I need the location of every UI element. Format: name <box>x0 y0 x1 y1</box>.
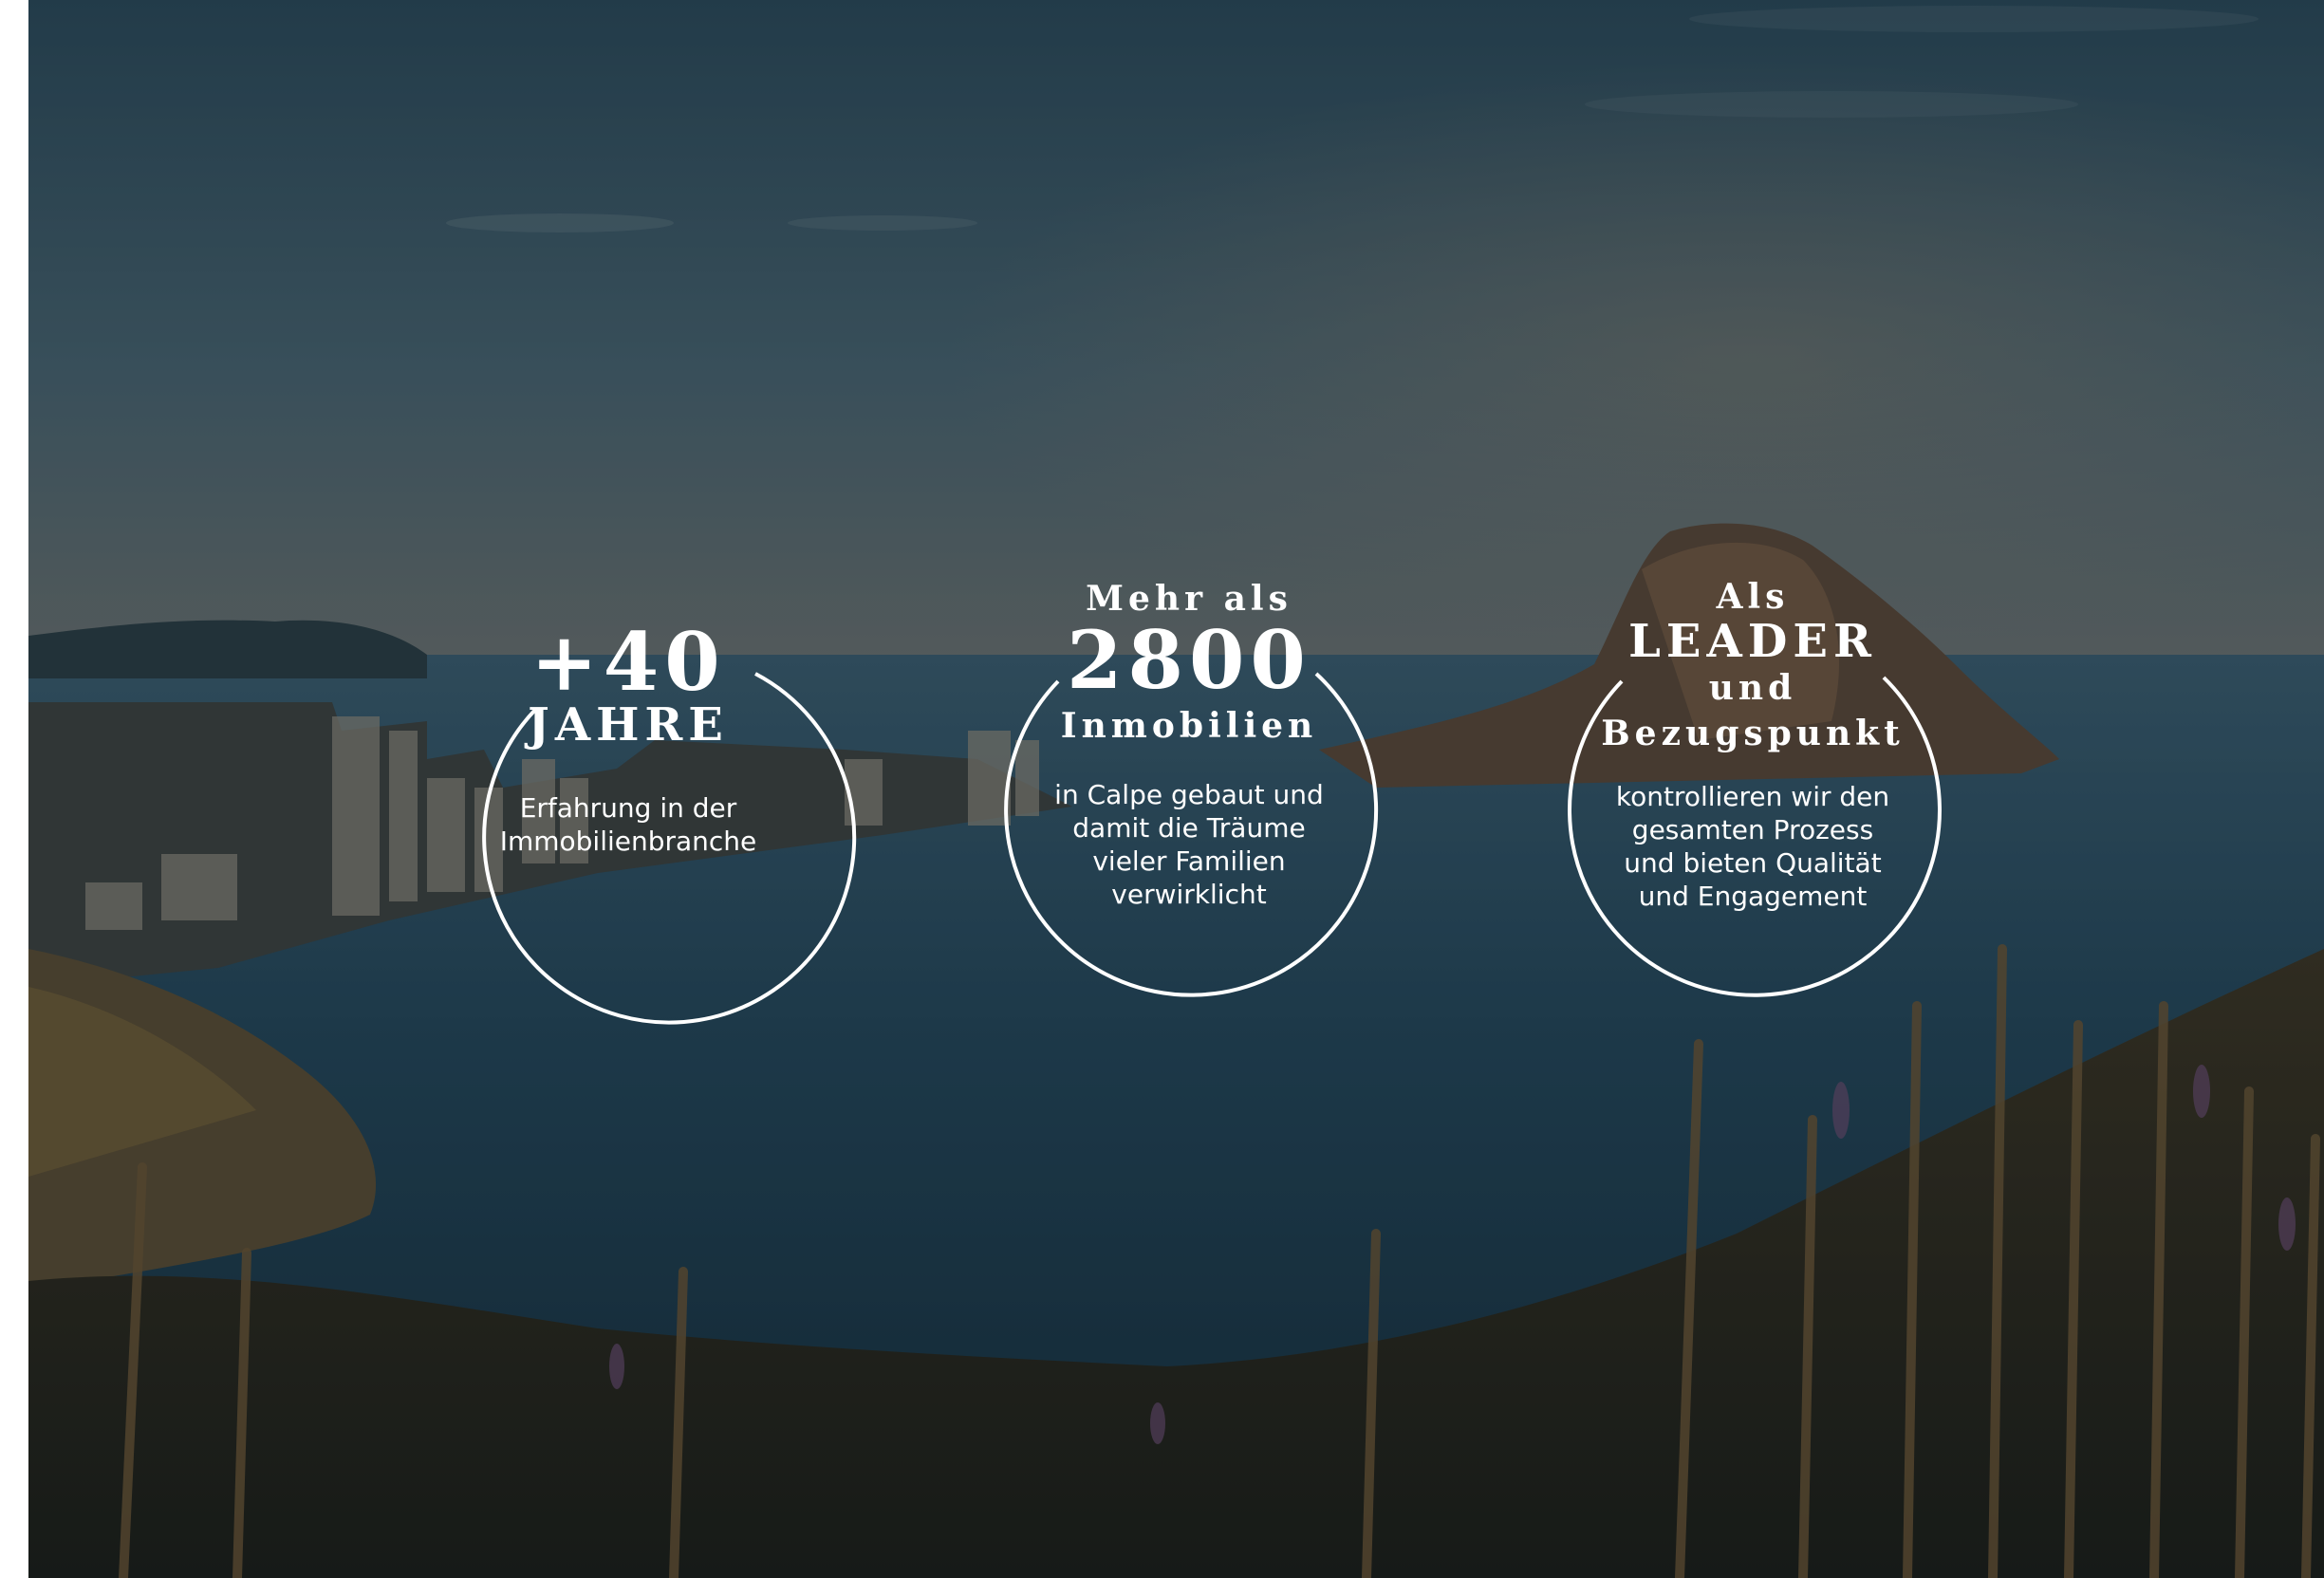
stat-years-number: +40 <box>530 615 726 709</box>
stat-leader-prefix: Als <box>1716 577 1790 617</box>
stat-properties-desc-4: verwirklicht <box>1111 879 1267 910</box>
stat-leader-and: und <box>1708 668 1797 708</box>
stat-leader-desc-3: und bieten Qualität <box>1624 847 1882 879</box>
stat-years-label: JAHRE <box>528 698 729 752</box>
stat-leader-desc-1: kontrollieren wir den <box>1615 781 1890 812</box>
stat-leader: Als LEADER und Bezugspunkt kontrollieren… <box>1563 577 1943 1004</box>
stat-leader-desc-2: gesamten Prozess <box>1631 814 1874 845</box>
stat-properties-label: Inmobilien <box>1060 706 1318 746</box>
stat-years-desc-2: Immobilienbranche <box>499 826 757 857</box>
stat-properties-number: 2800 <box>1067 613 1311 707</box>
stat-properties-desc-1: in Calpe gebaut und <box>1054 779 1324 810</box>
stat-years: +40 JAHRE Erfahrung in der Immobilienbra… <box>438 603 857 1030</box>
stat-properties: Mehr als 2800 Inmobilien in Calpe gebaut… <box>999 579 1379 1006</box>
stat-years-desc-1: Erfahrung in der <box>519 792 737 824</box>
stat-properties-desc-2: damit die Träume <box>1072 812 1306 844</box>
stat-leader-title: LEADER <box>1628 615 1877 668</box>
stat-leader-reference: Bezugspunkt <box>1601 714 1905 753</box>
stat-properties-desc-3: vieler Familien <box>1092 845 1286 877</box>
stat-leader-desc-4: und Engagement <box>1638 881 1868 912</box>
